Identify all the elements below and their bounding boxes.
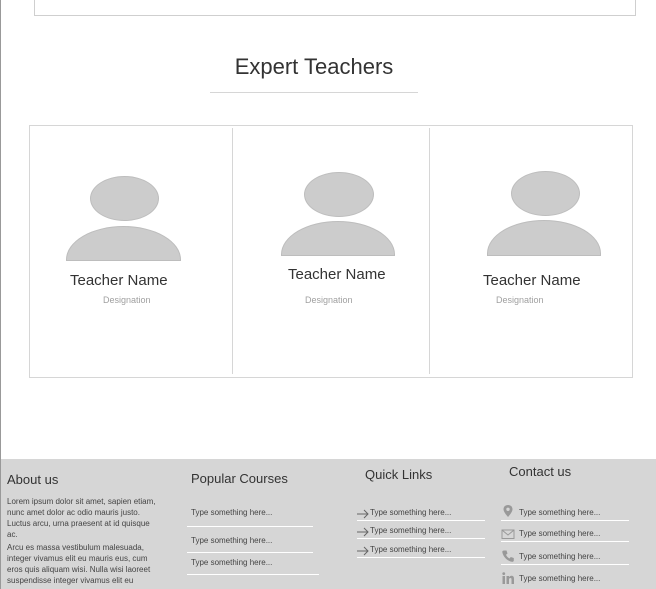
quick-links-heading: Quick Links bbox=[365, 467, 433, 482]
about-heading: About us bbox=[7, 472, 59, 487]
linkedin-icon bbox=[502, 572, 514, 584]
contact-item[interactable]: Type something here... bbox=[519, 508, 600, 517]
quick-link[interactable]: Type something here... bbox=[370, 508, 451, 517]
courses-heading: Popular Courses bbox=[191, 471, 288, 486]
contact-heading: Contact us bbox=[509, 464, 572, 479]
quick-link[interactable]: Type something here... bbox=[370, 545, 451, 554]
card-divider bbox=[232, 128, 233, 374]
contact-item[interactable]: Type something here... bbox=[519, 552, 600, 561]
arrow-right-icon bbox=[357, 546, 369, 556]
card-divider bbox=[429, 128, 430, 374]
previous-section-box bbox=[34, 0, 636, 16]
quick-link-divider bbox=[357, 520, 485, 521]
quick-link-divider bbox=[357, 557, 485, 558]
teacher-designation: Designation bbox=[496, 295, 544, 305]
arrow-right-icon bbox=[357, 509, 369, 519]
contact-item[interactable]: Type something here... bbox=[519, 574, 600, 583]
teacher-designation: Designation bbox=[103, 295, 151, 305]
course-link[interactable]: Type something here... bbox=[191, 508, 272, 517]
quick-link-divider bbox=[357, 538, 485, 539]
contact-divider bbox=[501, 564, 629, 565]
course-link[interactable]: Type something here... bbox=[191, 558, 272, 567]
footer: About us Lorem ipsum dolor sit amet, sap… bbox=[0, 459, 656, 589]
about-paragraph: Lorem ipsum dolor sit amet, sapien etiam… bbox=[7, 497, 156, 539]
title-underline bbox=[210, 92, 418, 93]
teacher-name[interactable]: Teacher Name bbox=[288, 266, 386, 283]
about-paragraph: Arcu es massa vestibulum malesuada, inte… bbox=[7, 543, 151, 588]
location-pin-icon bbox=[503, 505, 513, 517]
course-divider bbox=[187, 574, 319, 575]
teacher-designation: Designation bbox=[305, 295, 353, 305]
section-title: Expert Teachers bbox=[234, 54, 394, 79]
quick-link[interactable]: Type something here... bbox=[370, 526, 451, 535]
course-divider bbox=[187, 526, 313, 527]
contact-item[interactable]: Type something here... bbox=[519, 529, 600, 538]
contact-divider bbox=[501, 520, 629, 521]
phone-icon bbox=[502, 550, 514, 562]
envelope-icon bbox=[501, 529, 515, 539]
arrow-right-icon bbox=[357, 527, 369, 537]
course-link[interactable]: Type something here... bbox=[191, 536, 272, 545]
contact-divider bbox=[501, 541, 629, 542]
teacher-name[interactable]: Teacher Name bbox=[483, 272, 581, 289]
course-divider bbox=[187, 552, 313, 553]
teacher-name[interactable]: Teacher Name bbox=[70, 272, 168, 289]
